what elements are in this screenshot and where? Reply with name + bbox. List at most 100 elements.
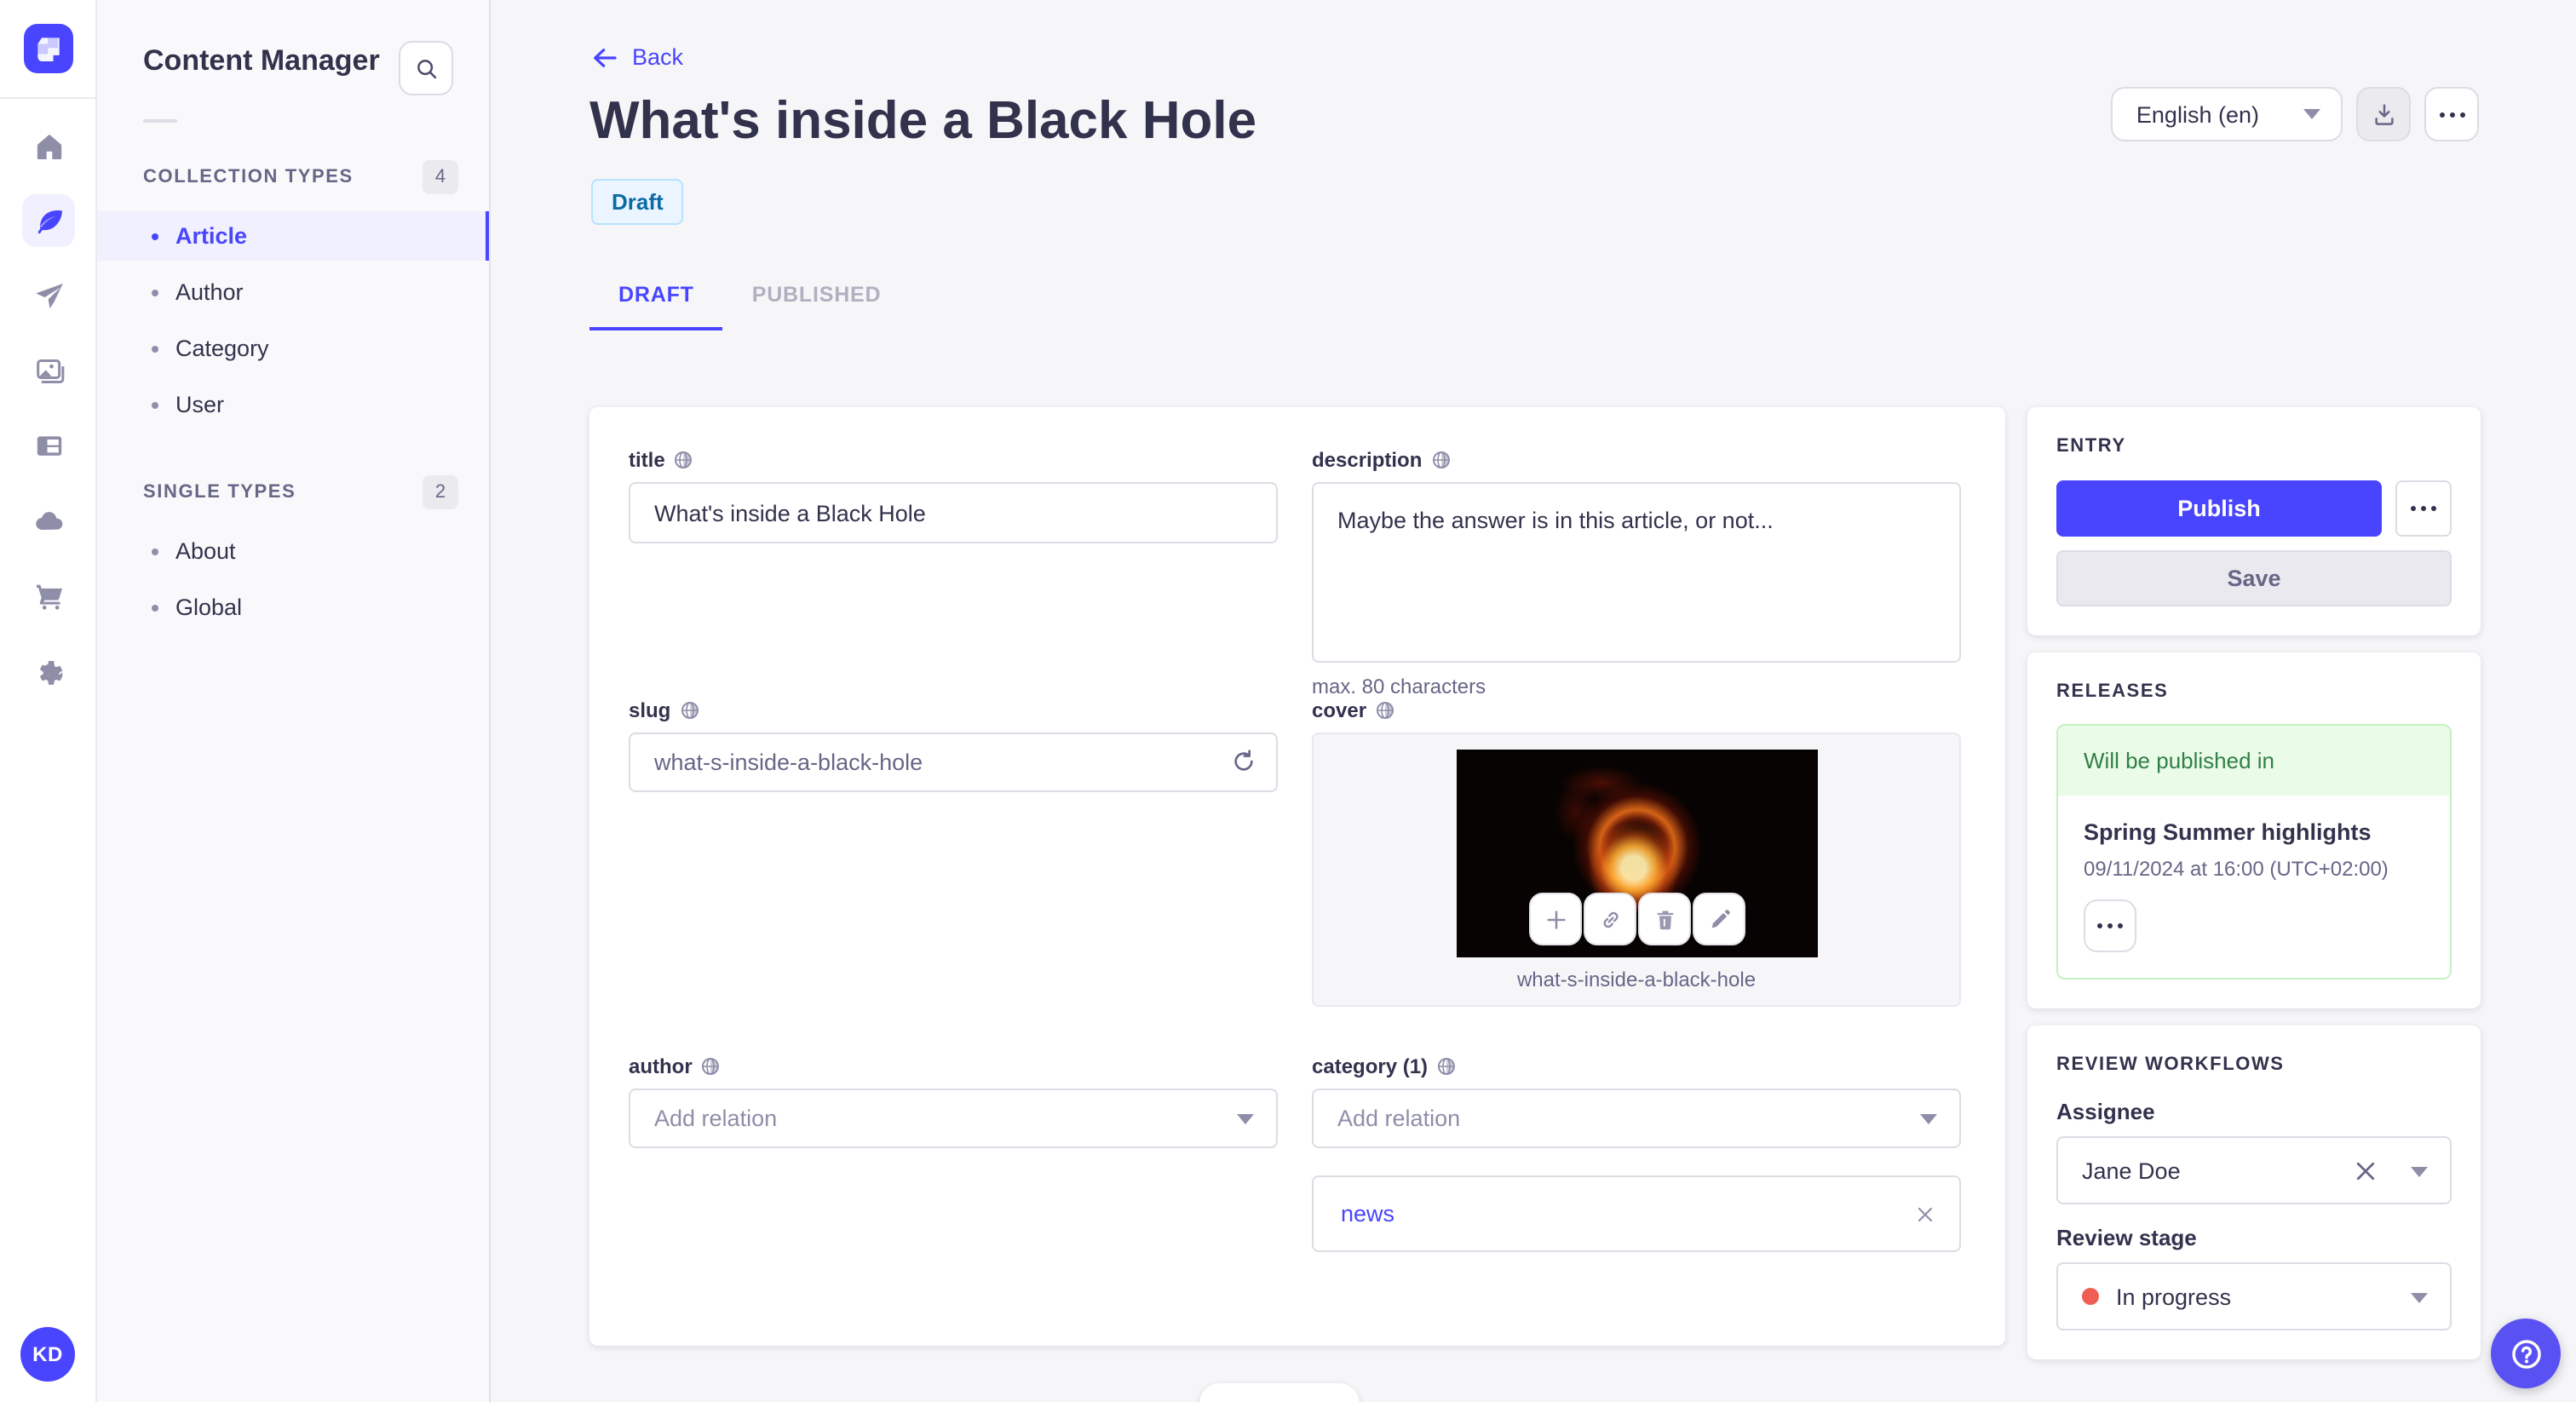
subnav-divider: [143, 119, 177, 123]
strapi-logo[interactable]: [24, 24, 73, 73]
cover-toolbar: [1529, 893, 1745, 945]
search-icon: [417, 59, 436, 78]
entry-more-button[interactable]: [2395, 480, 2452, 537]
section-single-types: SINGLE TYPES 2: [97, 474, 489, 511]
clear-assignee-icon[interactable]: [2353, 1158, 2378, 1184]
relation-link-news[interactable]: news: [1341, 1201, 1394, 1227]
chevron-down-icon: [1920, 1114, 1937, 1124]
settings-gear-icon[interactable]: [22, 644, 75, 697]
add-asset-button[interactable]: [1529, 893, 1582, 945]
globe-icon: [1377, 702, 1394, 719]
section-count-badge: 4: [423, 160, 458, 194]
content-manager-subnav: Content Manager COLLECTION TYPES 4 Artic…: [97, 0, 491, 1402]
media-library-icon[interactable]: [22, 344, 75, 397]
save-button[interactable]: Save: [2056, 550, 2452, 606]
back-link[interactable]: Back: [591, 44, 683, 70]
release-date: 09/11/2024 at 16:00 (UTC+02:00): [2084, 857, 2389, 881]
bullet-icon: [152, 345, 158, 352]
globe-icon: [1438, 1058, 1456, 1075]
chevron-down-icon: [2411, 1293, 2428, 1303]
slug-input[interactable]: [629, 733, 1278, 792]
tab-draft[interactable]: DRAFT: [589, 269, 724, 330]
main-nav-rail: KD: [0, 0, 97, 1402]
release-status: Will be published in: [2058, 726, 2450, 796]
bullet-icon: [152, 233, 158, 239]
sidebar-item-user[interactable]: User: [97, 380, 489, 429]
refresh-icon: [1234, 750, 1253, 771]
delete-asset-button[interactable]: [1638, 893, 1691, 945]
description-field-label: description: [1312, 448, 1961, 472]
review-workflows-panel: REVIEW WORKFLOWS Assignee Jane Doe Revie…: [2027, 1026, 2481, 1359]
trash-icon: [1656, 910, 1673, 929]
copy-link-button[interactable]: [1584, 893, 1636, 945]
sidebar-item-label: User: [175, 392, 225, 417]
stage-value: In progress: [2116, 1284, 2232, 1309]
bullet-icon: [152, 548, 158, 554]
globe-icon: [702, 1058, 720, 1075]
sidebar-item-author[interactable]: Author: [97, 267, 489, 317]
title-field-label: title: [629, 448, 1278, 472]
sidebar-item-about[interactable]: About: [97, 526, 489, 576]
regenerate-slug-button[interactable]: [1230, 748, 1257, 784]
strapi-admin: KD Content Manager COLLECTION TYPES 4 Ar…: [0, 0, 2576, 1402]
home-icon[interactable]: [22, 119, 75, 172]
side-panels: ENTRY Publish Save RELEASES Will be publ…: [2027, 407, 2481, 1376]
question-mark-icon: [2511, 1339, 2540, 1368]
marketplace-cart-icon[interactable]: [22, 569, 75, 622]
header-actions: English (en): [2110, 87, 2479, 141]
tab-published[interactable]: PUBLISHED: [723, 269, 911, 330]
review-stage-select[interactable]: In progress: [2056, 1262, 2452, 1330]
bullet-icon: [152, 401, 158, 408]
sidebar-item-label: Category: [175, 336, 269, 361]
releases-panel: RELEASES Will be published in Spring Sum…: [2027, 652, 2481, 1008]
publish-button[interactable]: Publish: [2056, 480, 2382, 537]
ellipsis-icon: [2097, 923, 2123, 928]
bullet-icon: [152, 289, 158, 296]
sidebar-item-label: Article: [175, 223, 248, 249]
review-stage-label: Review stage: [2056, 1225, 2197, 1250]
content-type-builder-icon[interactable]: [22, 419, 75, 472]
releases-icon[interactable]: [22, 269, 75, 322]
release-more-button[interactable]: [2084, 899, 2136, 952]
review-panel-title: REVIEW WORKFLOWS: [2056, 1054, 2285, 1075]
cloud-deploy-icon[interactable]: [22, 494, 75, 547]
remove-relation-icon[interactable]: [1915, 1204, 1935, 1224]
sidebar-item-label: Global: [175, 595, 243, 620]
locale-select[interactable]: English (en): [2110, 87, 2343, 141]
back-label: Back: [632, 44, 684, 70]
user-avatar[interactable]: KD: [20, 1327, 75, 1382]
title-input[interactable]: [629, 482, 1278, 543]
chevron-down-icon: [2303, 109, 2320, 119]
sidebar-item-article[interactable]: Article: [97, 211, 489, 261]
plus-icon: [1546, 910, 1565, 928]
help-button[interactable]: [2491, 1319, 2561, 1388]
sidebar-item-category[interactable]: Category: [97, 324, 489, 373]
globe-icon: [675, 451, 693, 468]
sidebar-item-global[interactable]: Global: [97, 583, 489, 632]
releases-panel-title: RELEASES: [2056, 681, 2169, 702]
globe-icon: [1432, 451, 1450, 468]
export-button[interactable]: [2356, 87, 2411, 141]
category-relation-combobox[interactable]: Add relation: [1312, 1089, 1961, 1148]
pencil-icon: [1711, 909, 1729, 928]
description-textarea[interactable]: Maybe the answer is in this article, or …: [1312, 482, 1961, 663]
next-section-card-edge: [1199, 1383, 1360, 1402]
author-relation-combobox[interactable]: Add relation: [629, 1089, 1278, 1148]
ellipsis-icon: [2439, 112, 2464, 117]
arrow-left-icon: [594, 48, 617, 66]
search-button[interactable]: [399, 41, 453, 95]
section-label: SINGLE TYPES: [143, 482, 296, 503]
release-name: Spring Summer highlights: [2084, 819, 2372, 845]
sidebar-item-label: About: [175, 538, 236, 564]
cover-asset-card: what-s-inside-a-black-hole: [1312, 733, 1961, 1007]
assignee-select[interactable]: Jane Doe: [2056, 1136, 2452, 1204]
cover-field-label: cover: [1312, 698, 1961, 722]
chevron-down-icon: [2411, 1167, 2428, 1177]
category-placeholder: Add relation: [1337, 1106, 1461, 1131]
content-manager-icon[interactable]: [22, 194, 75, 247]
bullet-icon: [152, 604, 158, 611]
edit-asset-button[interactable]: [1693, 893, 1745, 945]
more-actions-button[interactable]: [2424, 87, 2479, 141]
status-badge: Draft: [591, 179, 684, 225]
cover-image: [1457, 750, 1818, 957]
